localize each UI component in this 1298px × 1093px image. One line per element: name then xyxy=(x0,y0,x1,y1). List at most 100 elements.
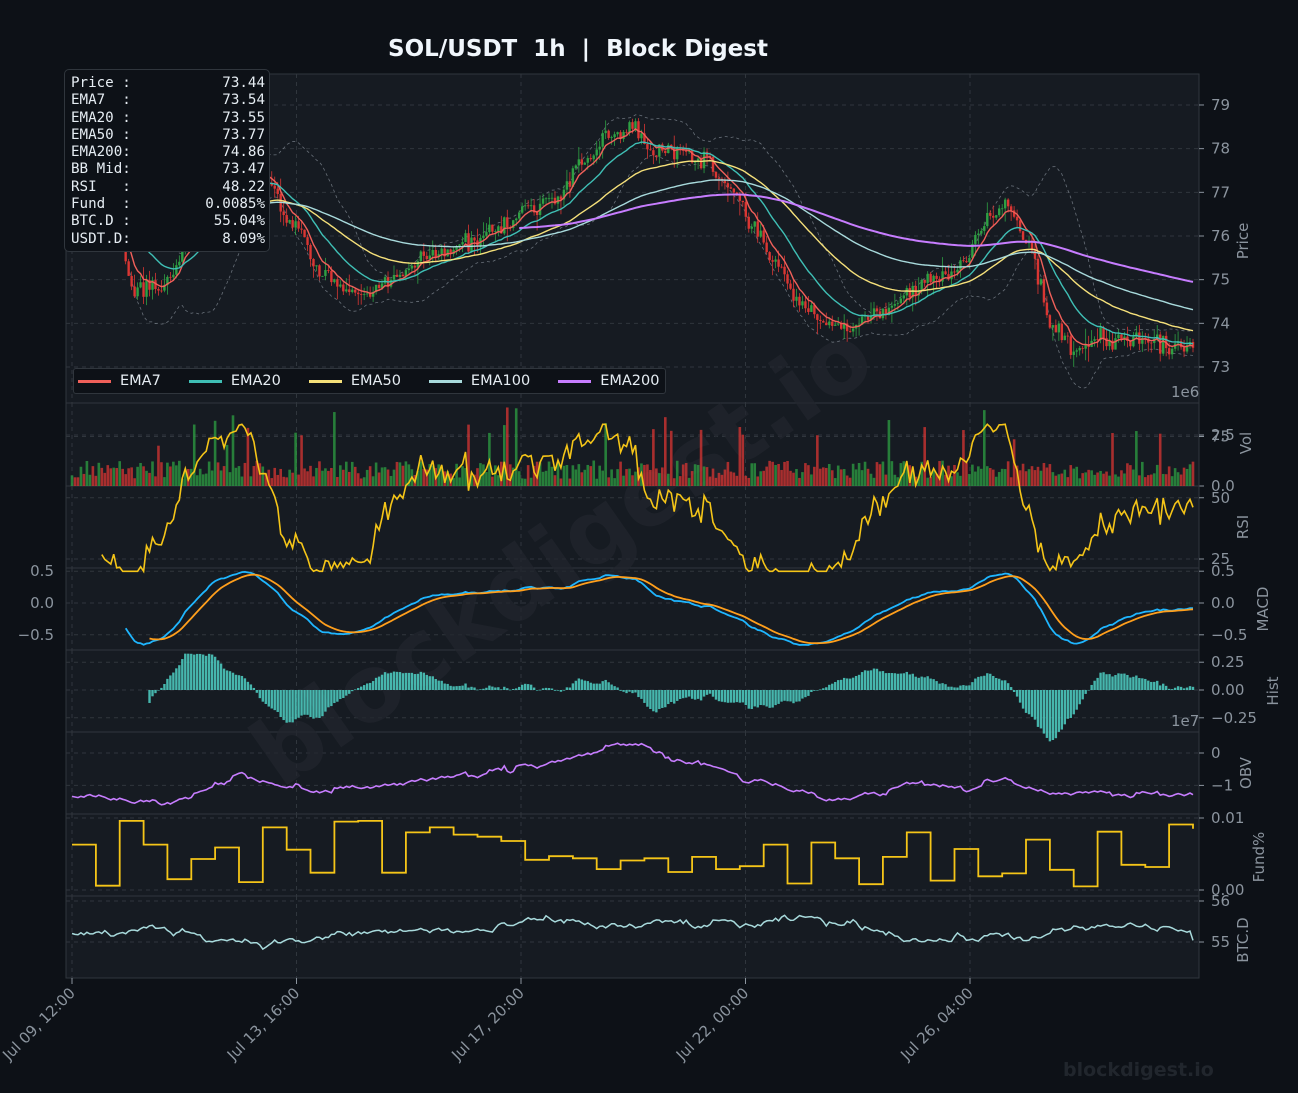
hist-bar xyxy=(974,678,977,690)
candle-body xyxy=(664,150,667,154)
candle-body xyxy=(1150,342,1153,344)
volume-bar xyxy=(142,466,145,486)
candle-body xyxy=(383,277,387,284)
hist-bar xyxy=(884,673,888,690)
volume-bar xyxy=(1099,470,1102,486)
volume-bar xyxy=(1054,475,1058,486)
volume-bar xyxy=(359,478,363,486)
candle-body xyxy=(792,288,795,301)
volume-bar xyxy=(753,463,757,486)
hist-bar xyxy=(518,686,521,690)
ylabel-fund: Fund% xyxy=(1250,832,1268,883)
candle-body xyxy=(732,188,736,193)
volume-bar xyxy=(210,470,214,486)
candle-body xyxy=(440,248,443,255)
volume-bar xyxy=(929,476,932,486)
volume-bar xyxy=(702,466,706,486)
hist-bar xyxy=(201,654,205,690)
candle-body xyxy=(565,181,569,190)
hist-bar xyxy=(1075,690,1078,710)
panel-bg-btcd xyxy=(65,895,1200,979)
volume-bar xyxy=(148,472,151,486)
volume-bar xyxy=(336,476,339,486)
hist-bar xyxy=(532,687,536,690)
volume-bar xyxy=(583,469,587,486)
hist-bar xyxy=(556,690,560,691)
volume-bar xyxy=(529,477,533,486)
candle-body xyxy=(568,181,572,187)
volume-bar xyxy=(88,474,92,486)
volume-bar xyxy=(491,476,494,486)
candle-body xyxy=(401,274,405,277)
volume-bar xyxy=(237,466,241,486)
volume-bar xyxy=(705,467,709,486)
hist-bar xyxy=(589,682,592,690)
candle-body xyxy=(485,232,488,236)
hist-bar xyxy=(1084,690,1087,694)
hist-bar xyxy=(267,690,270,707)
volume-bar xyxy=(1033,470,1037,486)
hist-bar xyxy=(1129,677,1132,690)
ylabel-vol: Vol xyxy=(1237,432,1255,454)
candle-body xyxy=(932,275,935,283)
panel-obv: −1 0 OBV xyxy=(65,731,1255,815)
hist-bar xyxy=(389,672,393,690)
volume-bar xyxy=(968,473,971,486)
volume-bar xyxy=(100,467,104,486)
volume-bar xyxy=(234,467,238,486)
candle-body xyxy=(1018,220,1022,232)
hist-bar xyxy=(747,690,750,709)
candle-body xyxy=(300,228,303,230)
candle-body xyxy=(908,288,911,298)
hist-bar xyxy=(1000,680,1004,690)
candle-body xyxy=(1003,199,1007,209)
volume-bar xyxy=(592,460,596,486)
hist-bar xyxy=(851,677,855,690)
hist-bar xyxy=(661,690,664,708)
volume-bar xyxy=(923,427,926,486)
hist-bar xyxy=(1081,690,1084,700)
tick-label-obv-0: −1 xyxy=(1211,776,1233,794)
hist-bar xyxy=(771,690,774,708)
hist-bar xyxy=(291,690,294,723)
candle-body xyxy=(756,221,759,237)
candle-body xyxy=(359,294,363,295)
volume-bar xyxy=(625,469,628,486)
volume-bar xyxy=(580,472,584,486)
candle-body xyxy=(771,260,774,262)
volume-bar xyxy=(884,474,888,486)
hist-bar xyxy=(1087,689,1090,691)
volume-bar xyxy=(1039,470,1043,486)
candle-body xyxy=(419,251,423,262)
hist-bar xyxy=(896,673,900,690)
volume-bar xyxy=(813,466,816,486)
hist-bar xyxy=(586,681,589,690)
hist-bar xyxy=(559,690,563,692)
hist-bar xyxy=(786,690,789,702)
candle-body xyxy=(1021,231,1025,240)
legend-item-ema200: EMA200 xyxy=(558,373,659,389)
hist-bar xyxy=(520,684,524,690)
volume-bar xyxy=(652,429,655,486)
volume-bar xyxy=(1182,467,1186,486)
candle-body xyxy=(130,275,133,287)
candle-body xyxy=(345,289,348,292)
hist-bar xyxy=(1069,690,1072,718)
hist-bar xyxy=(1006,683,1010,690)
volume-bar xyxy=(380,467,384,486)
hist-bar xyxy=(1150,681,1153,690)
tick-label-price-1: 74 xyxy=(1211,314,1230,332)
hist-bar xyxy=(890,673,894,690)
hist-bar xyxy=(154,690,157,694)
hist-bar xyxy=(792,690,795,704)
volume-bar xyxy=(327,470,330,486)
candle-body xyxy=(920,280,923,291)
hist-bar xyxy=(875,668,879,690)
hist-bar xyxy=(321,690,324,717)
hist-bar xyxy=(1078,690,1081,705)
legend-swatch xyxy=(558,379,592,383)
volume-bar xyxy=(1081,473,1084,486)
tick-label-hist-1: 0.00 xyxy=(1211,681,1244,699)
volume-bar xyxy=(1188,464,1192,486)
legend-swatch xyxy=(188,379,222,383)
